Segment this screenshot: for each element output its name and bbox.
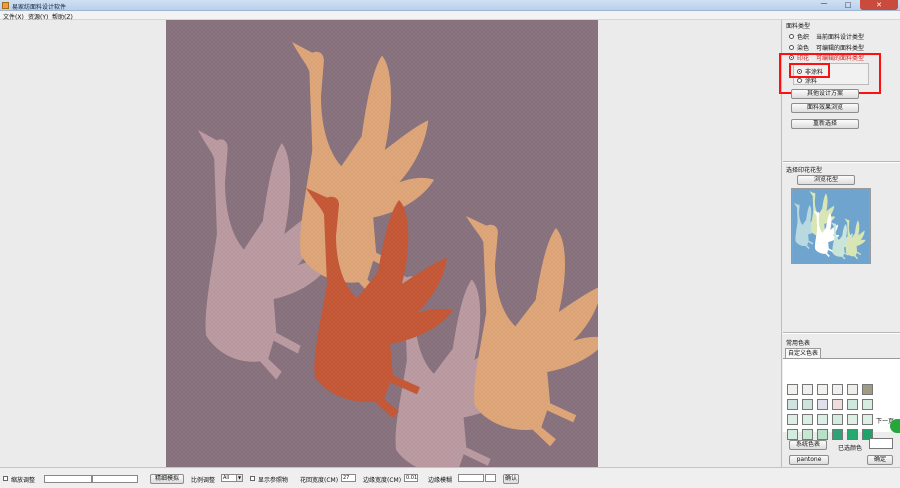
color-swatch[interactable] (787, 429, 798, 440)
app-icon (2, 2, 9, 9)
fine-simulate-button[interactable]: 精细模拟 (150, 474, 184, 484)
colors-title: 常用色表 (786, 340, 811, 347)
fabric-preview-button[interactable]: 面料效果浏览 (791, 103, 859, 113)
window-title: 易家纺面料设计软件 (12, 4, 67, 11)
repeat-width-input[interactable]: 27 (341, 474, 356, 482)
browse-pattern-button[interactable]: 浏览花型 (797, 175, 855, 185)
color-swatch[interactable] (832, 429, 843, 440)
show-reference-label: 显示参照物 (258, 477, 289, 484)
color-swatch[interactable] (802, 384, 813, 395)
ratio-label: 比例调整 (191, 477, 216, 484)
zoom-slider-right[interactable] (92, 475, 138, 483)
maximize-icon: □ (844, 1, 852, 9)
radio-circle (789, 44, 794, 50)
other-design-button[interactable]: 其他设计方案 (791, 89, 859, 99)
color-swatch[interactable] (802, 414, 813, 425)
menu-bar: 文件(X) 资源(Y) 帮助(Z) (0, 11, 900, 21)
radio-yarn-dyed[interactable]: 色织 当前面料设计类型 (789, 32, 865, 41)
color-swatch[interactable] (847, 414, 858, 425)
fabric-canvas[interactable] (166, 20, 598, 467)
print-pattern-title: 选择印花花型 (786, 167, 823, 174)
pantone-button[interactable]: pantone (789, 455, 829, 465)
radio-desc: 可编辑的面料类型 (816, 44, 865, 52)
system-colors-button[interactable]: 系统色表 (789, 440, 827, 450)
maximize-button[interactable]: □ (836, 0, 860, 10)
repeat-width-label: 花回宽度(CM) (300, 477, 339, 484)
color-swatch[interactable] (817, 399, 828, 410)
radio-label: 染色 (797, 44, 810, 52)
bottom-toolbar: 缩放调整 精细模拟 比例调整 All ▼ 显示参照物 花回宽度(CM) 27 边… (0, 467, 900, 488)
color-swatch[interactable] (802, 429, 813, 440)
swatch-grid: 下一页 (783, 358, 900, 440)
color-swatch[interactable] (862, 414, 873, 425)
radio-circle (789, 33, 794, 39)
confirm-color-button[interactable]: 确定 (867, 455, 893, 465)
tab-custom-colors[interactable]: 自定义色表 (785, 348, 822, 358)
edge-width-label: 边缘宽度(CM) (363, 477, 402, 484)
divider (783, 332, 900, 334)
color-swatch[interactable] (847, 429, 858, 440)
color-swatch[interactable] (817, 414, 828, 425)
selected-color-box (869, 438, 893, 449)
zoom-checkbox[interactable] (3, 476, 8, 481)
color-swatch[interactable] (817, 429, 828, 440)
color-swatch[interactable] (847, 384, 858, 395)
color-swatch[interactable] (862, 384, 873, 395)
close-button[interactable]: ✕ (860, 0, 898, 10)
color-swatch[interactable] (832, 414, 843, 425)
fabric-weave-texture (166, 20, 598, 467)
apply-button[interactable]: 确认 (503, 474, 519, 484)
selected-color-label: 已选颜色 (838, 445, 863, 452)
color-swatch[interactable] (787, 414, 798, 425)
ratio-select-value: All (223, 475, 230, 481)
zoom-slider-left[interactable] (44, 475, 92, 483)
edge-width-input[interactable]: 0.01 (404, 474, 418, 482)
color-swatch[interactable] (787, 399, 798, 410)
color-swatch[interactable] (862, 399, 873, 410)
color-swatch[interactable] (802, 399, 813, 410)
annotation-highlight-inner (789, 63, 830, 78)
color-swatch[interactable] (817, 384, 828, 395)
edge-blur-value[interactable] (485, 474, 496, 482)
show-reference-checkbox[interactable] (250, 476, 255, 481)
right-panel: 面料类型 色织 当前面料设计类型 染色 可编辑的面料类型 印花 可编辑的面料类型… (779, 20, 900, 467)
title-bar: 易家纺面料设计软件 — □ ✕ (0, 0, 900, 11)
radio-desc: 当前面料设计类型 (816, 33, 865, 41)
color-swatch[interactable] (832, 399, 843, 410)
workspace (0, 20, 782, 467)
minimize-button[interactable]: — (812, 0, 836, 10)
minimize-icon: — (820, 0, 828, 7)
divider (783, 161, 900, 163)
ratio-select[interactable]: All ▼ (221, 474, 243, 482)
color-swatch[interactable] (787, 384, 798, 395)
fabric-type-title: 面料类型 (786, 23, 811, 30)
edge-blur-label: 边缘模糊 (428, 477, 453, 484)
chevron-down-icon: ▼ (236, 475, 242, 481)
radio-label: 色织 (797, 33, 810, 41)
radio-dyed[interactable]: 染色 可编辑的面料类型 (789, 43, 865, 52)
reselect-button[interactable]: 重新选择 (791, 119, 859, 129)
zoom-label: 缩放调整 (11, 477, 36, 484)
close-icon: ✕ (876, 1, 882, 9)
pattern-thumbnail[interactable] (791, 188, 871, 264)
edge-blur-slider[interactable] (458, 474, 484, 482)
color-swatch[interactable] (847, 399, 858, 410)
color-swatch[interactable] (832, 384, 843, 395)
scroll-handle[interactable] (890, 419, 900, 433)
